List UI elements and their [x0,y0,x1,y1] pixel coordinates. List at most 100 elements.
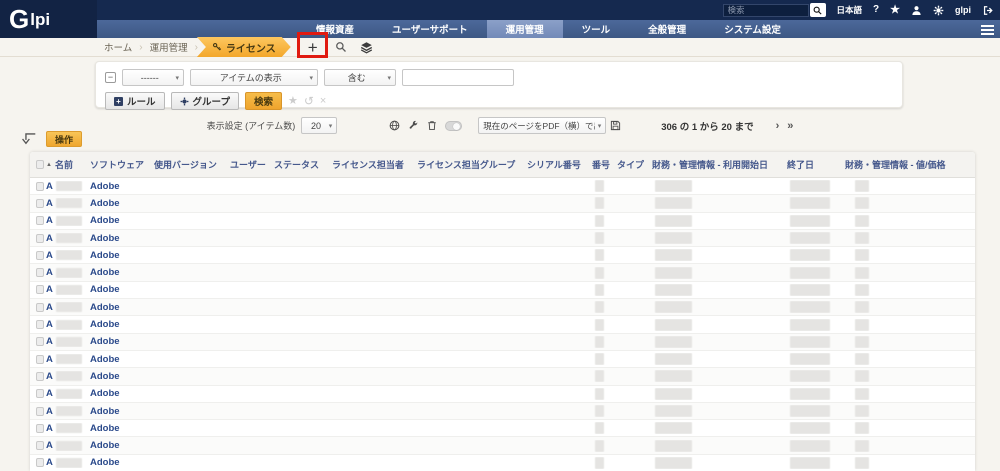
wrench-icon[interactable] [408,120,419,131]
column-header-software[interactable]: ソフトウェア [88,158,152,171]
help-icon[interactable]: ? [873,5,879,15]
license-name-link[interactable]: A [46,233,53,244]
software-link[interactable]: Adobe [90,233,120,244]
row-checkbox[interactable] [36,303,44,312]
breadcrumb-current-licenses[interactable]: ライセンス [197,37,291,57]
row-checkbox[interactable] [36,372,44,381]
menu-tab-システム設定[interactable]: システム設定 [705,20,800,38]
last-page-icon[interactable]: » [787,120,793,132]
license-name-link[interactable]: A [46,388,53,399]
software-link[interactable]: Adobe [90,267,120,278]
column-header-license_manager[interactable]: ライセンス担当者 [330,158,415,171]
add-group-button[interactable]: グループ [171,92,239,110]
search-button[interactable]: 検索 [245,92,282,110]
export-format-select[interactable]: 現在のページをPDF（横）で出力▾ [478,117,606,134]
license-name-link[interactable]: A [46,267,53,278]
license-name-link[interactable]: A [46,198,53,209]
clear-search-icon[interactable]: × [320,96,326,107]
column-header-type[interactable]: タイプ [615,158,650,171]
user-profile-icon[interactable] [911,5,922,16]
add-rule-button[interactable]: + ルール [105,92,165,110]
license-name-link[interactable]: A [46,406,53,417]
column-header-license_group[interactable]: ライセンス担当グループ [415,158,525,171]
license-name-link[interactable]: A [46,319,53,330]
column-header-serial[interactable]: シリアル番号 [525,158,590,171]
column-header-user[interactable]: ユーザー [228,158,272,171]
license-name-link[interactable]: A [46,336,53,347]
software-link[interactable]: Adobe [90,336,120,347]
license-name-link[interactable]: A [46,354,53,365]
row-checkbox[interactable] [36,355,44,364]
license-name-link[interactable]: A [46,457,53,468]
menu-tab-運用管理[interactable]: 運用管理 [487,20,563,38]
row-checkbox[interactable] [36,216,44,225]
software-link[interactable]: Adobe [90,284,120,295]
glpi-logo[interactable]: G lpi [0,0,97,38]
menu-tab-情報資産[interactable]: 情報資産 [297,20,373,38]
license-name-link[interactable]: A [46,181,53,192]
menu-tab-ツール[interactable]: ツール [563,20,630,38]
software-link[interactable]: Adobe [90,215,120,226]
add-license-button[interactable]: + [308,39,318,56]
collapse-criteria-icon[interactable]: − [105,72,116,83]
license-name-link[interactable]: A [46,440,53,451]
software-link[interactable]: Adobe [90,354,120,365]
column-header-version[interactable]: 使用バージョン [152,158,228,171]
layers-icon[interactable] [360,41,373,54]
column-header-value[interactable]: 財務・管理情報 - 値/価格 [843,158,975,171]
export-save-icon[interactable] [610,120,621,131]
criteria-value-input[interactable] [402,69,514,86]
software-link[interactable]: Adobe [90,457,120,468]
software-link[interactable]: Adobe [90,181,120,192]
license-name-link[interactable]: A [46,215,53,226]
breadcrumb-section[interactable]: 運用管理 [150,40,188,54]
license-name-link[interactable]: A [46,284,53,295]
reset-search-icon[interactable]: ↺ [304,95,314,107]
license-name-link[interactable]: A [46,250,53,261]
username-link[interactable]: glpi [955,6,971,15]
row-checkbox[interactable] [36,182,44,191]
column-header-number[interactable]: 番号 [590,158,615,171]
software-link[interactable]: Adobe [90,406,120,417]
row-checkbox[interactable] [36,199,44,208]
row-checkbox[interactable] [36,407,44,416]
column-header-start_date[interactable]: 財務・管理情報 - 利用開始日 [650,158,785,171]
software-link[interactable]: Adobe [90,302,120,313]
breadcrumb-home[interactable]: ホーム [104,40,132,54]
toggle-switch[interactable] [445,121,462,131]
software-link[interactable]: Adobe [90,371,120,382]
menu-tab-ユーザーサポート[interactable]: ユーザーサポート [373,20,487,38]
row-checkbox[interactable] [36,389,44,398]
license-name-link[interactable]: A [46,302,53,313]
select-all-checkbox[interactable] [36,160,44,169]
row-checkbox[interactable] [36,268,44,277]
software-link[interactable]: Adobe [90,198,120,209]
globe-icon[interactable] [389,120,400,131]
row-checkbox[interactable] [36,320,44,329]
criteria-operator-select[interactable]: 含む▾ [324,69,396,86]
row-checkbox[interactable] [36,234,44,243]
row-checkbox[interactable] [36,424,44,433]
row-checkbox[interactable] [36,441,44,450]
criteria-link-select[interactable]: ------▾ [122,69,184,86]
search-mode-icon[interactable] [335,41,347,53]
column-header-status[interactable]: ステータス [272,158,330,171]
trash-icon[interactable] [427,120,437,131]
software-link[interactable]: Adobe [90,423,120,434]
logout-icon[interactable] [982,5,994,16]
column-header-end_date[interactable]: 終了日 [785,158,843,171]
column-header-name[interactable]: ▲名前 [44,158,88,171]
software-link[interactable]: Adobe [90,250,120,261]
save-bookmark-icon[interactable]: ★ [288,96,298,107]
language-link[interactable]: 日本語 [837,6,863,15]
software-link[interactable]: Adobe [90,440,120,451]
row-checkbox[interactable] [36,251,44,260]
software-link[interactable]: Adobe [90,319,120,330]
criteria-field-select[interactable]: アイテムの表示▾ [190,69,318,86]
license-name-link[interactable]: A [46,371,53,382]
software-link[interactable]: Adobe [90,388,120,399]
row-checkbox[interactable] [36,337,44,346]
global-search-input[interactable] [723,4,809,17]
settings-gear-icon[interactable] [933,5,944,16]
global-search-button[interactable] [810,3,826,17]
